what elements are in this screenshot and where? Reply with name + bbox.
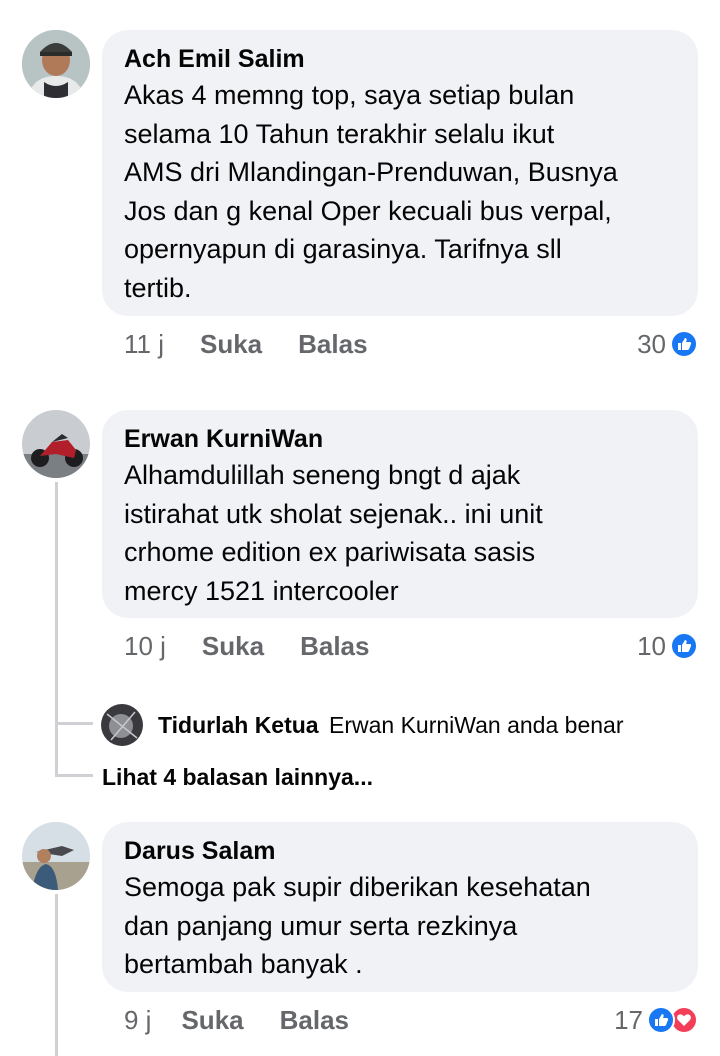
avatar-photo-icon — [22, 822, 90, 890]
comment-timestamp[interactable]: 11 j — [124, 329, 164, 360]
avatar[interactable] — [22, 410, 90, 478]
comment-timestamp[interactable]: 9 j — [124, 1005, 151, 1036]
reply-author[interactable]: Tidurlah Ketua — [158, 712, 319, 738]
comment-actions: 10 j Suka Balas — [124, 629, 405, 663]
comment-actions: 9 j Suka Balas — [124, 1003, 385, 1037]
like-button[interactable]: Suka — [181, 1005, 243, 1036]
like-button[interactable]: Suka — [202, 631, 264, 662]
comment-text: Alhamdulillah seneng bngt d ajak istirah… — [124, 460, 543, 606]
reply-row: Tidurlah Ketua Erwan KurniWan anda benar — [158, 709, 624, 741]
comment-timestamp[interactable]: 10 j — [124, 631, 166, 662]
reply-button[interactable]: Balas — [280, 1005, 349, 1036]
avatar-photo-icon — [22, 410, 90, 478]
comment-author[interactable]: Erwan KurniWan — [124, 422, 676, 456]
comment-bubble: Erwan KurniWan Alhamdulillah seneng bngt… — [102, 410, 698, 618]
reply-avatar[interactable] — [101, 704, 143, 746]
comment-author[interactable]: Darus Salam — [124, 834, 676, 868]
like-button[interactable]: Suka — [200, 329, 262, 360]
reaction-count: 17 — [614, 1004, 643, 1035]
avatar[interactable] — [22, 30, 90, 98]
reaction-summary[interactable]: 17 — [614, 1003, 698, 1037]
like-reaction-icon — [670, 632, 698, 660]
comment-bubble: Darus Salam Semoga pak supir diberikan k… — [102, 822, 698, 992]
avatar[interactable] — [22, 822, 90, 890]
avatar-photo-icon — [22, 30, 90, 98]
thread-line — [55, 894, 58, 1056]
reply-text: Erwan KurniWan anda benar — [329, 712, 624, 738]
thread-line — [55, 482, 58, 774]
reaction-summary[interactable]: 10 — [637, 629, 698, 663]
comment-actions: 11 j Suka Balas — [124, 327, 404, 361]
comment-text: Semoga pak supir diberikan kesehatan dan… — [124, 872, 591, 980]
thread-connector — [55, 774, 93, 777]
like-reaction-icon — [647, 1006, 675, 1034]
thread-connector — [55, 722, 93, 725]
comment-text: Akas 4 memng top, saya setiap bulan sela… — [124, 80, 618, 303]
comment-author[interactable]: Ach Emil Salim — [124, 42, 676, 76]
comment-bubble: Ach Emil Salim Akas 4 memng top, saya se… — [102, 30, 698, 316]
more-replies-link[interactable]: Lihat 4 balasan lainnya... — [102, 760, 373, 794]
reaction-summary[interactable]: 30 — [637, 327, 698, 361]
reply-button[interactable]: Balas — [298, 329, 367, 360]
avatar-photo-icon — [101, 704, 143, 746]
reply-button[interactable]: Balas — [300, 631, 369, 662]
like-reaction-icon — [670, 330, 698, 358]
reaction-count: 10 — [637, 630, 666, 661]
reaction-count: 30 — [637, 328, 666, 359]
